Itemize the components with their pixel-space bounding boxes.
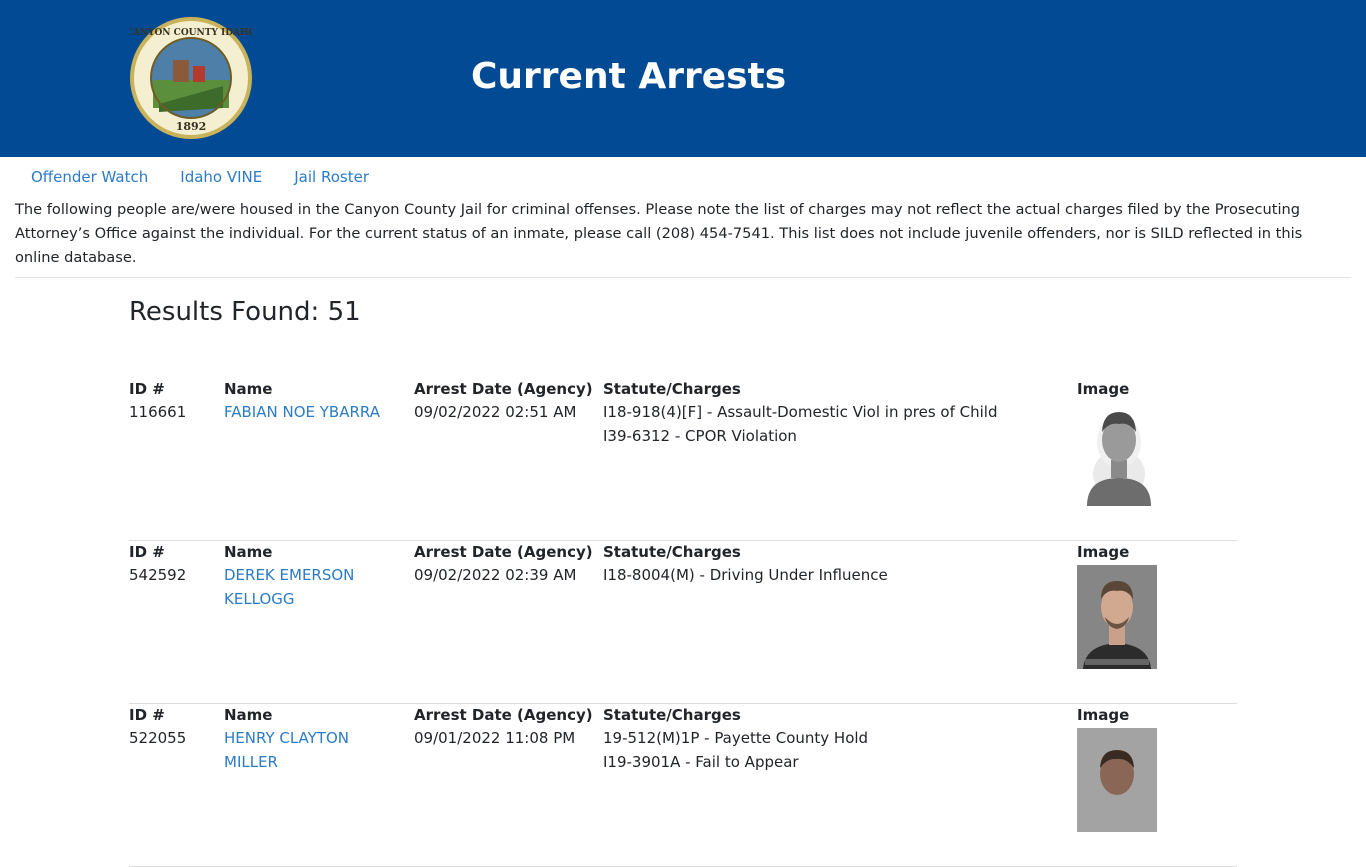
id-label: ID # [129,380,165,398]
site-header: CANYON COUNTY IDAHO 1892 Current Arrests [0,0,1366,157]
arrest-date: 09/02/2022 02:39 AM [414,566,577,584]
mugshot-photo[interactable] [1077,565,1157,669]
arrest-date: 09/02/2022 02:51 AM [414,403,577,421]
arrest-date-label: Arrest Date (Agency) [414,706,593,724]
id-label: ID # [129,543,165,561]
inmate-id: 116661 [129,403,187,421]
inmate-id: 522055 [129,729,187,747]
arrest-record: ID # 116661 Name FABIAN NOE YBARRA Arres… [129,378,1237,541]
inmate-name-link[interactable]: FABIAN NOE YBARRA [224,400,394,424]
inmate-name-link[interactable]: HENRY CLAYTON MILLER [224,726,394,774]
nav-link-idaho-vine[interactable]: Idaho VINE [180,166,262,188]
name-label: Name [224,380,273,398]
charge-item: I19-3901A - Fail to Appear [603,753,799,771]
page-title: Current Arrests [471,56,787,97]
arrest-records-list: ID # 116661 Name FABIAN NOE YBARRA Arres… [129,378,1237,867]
placeholder-avatar-icon[interactable] [1077,402,1157,506]
charges-label: Statute/Charges [603,380,741,398]
intro-text: The following people are/were housed in … [15,201,1303,266]
image-label: Image [1077,706,1130,724]
inmate-id: 542592 [129,566,187,584]
arrest-date-label: Arrest Date (Agency) [414,380,593,398]
name-label: Name [224,543,273,561]
nav-link-offender-watch[interactable]: Offender Watch [31,166,148,188]
seal-text: CANYON COUNTY IDAHO [129,28,253,38]
divider [15,277,1351,278]
name-label: Name [224,706,273,724]
charge-item: 19-512(M)1P - Payette County Hold [603,729,869,747]
arrest-date-label: Arrest Date (Agency) [414,543,593,561]
seal-year: 1892 [176,120,207,133]
county-seal-logo[interactable]: CANYON COUNTY IDAHO 1892 [129,16,253,140]
charges-label: Statute/Charges [603,543,741,561]
arrest-date: 09/01/2022 11:08 PM [414,729,576,747]
charge-item: I39-6312 - CPOR Violation [603,427,797,445]
top-nav: Offender Watch Idaho VINE Jail Roster [31,166,369,188]
charge-item: I18-918(4)[F] - Assault-Domestic Viol in… [603,403,998,421]
results-count: Results Found: 51 [129,297,361,327]
charge-item: I18-8004(M) - Driving Under Influence [603,566,888,584]
inmate-name-link[interactable]: DEREK EMERSON KELLOGG [224,563,394,611]
arrest-record: ID # 522055 Name HENRY CLAYTON MILLER Ar… [129,704,1237,867]
image-label: Image [1077,543,1130,561]
nav-link-jail-roster[interactable]: Jail Roster [294,166,369,188]
charges-label: Statute/Charges [603,706,741,724]
arrest-record: ID # 542592 Name DEREK EMERSON KELLOGG A… [129,541,1237,704]
id-label: ID # [129,706,165,724]
mugshot-photo[interactable] [1077,728,1157,832]
image-label: Image [1077,380,1130,398]
